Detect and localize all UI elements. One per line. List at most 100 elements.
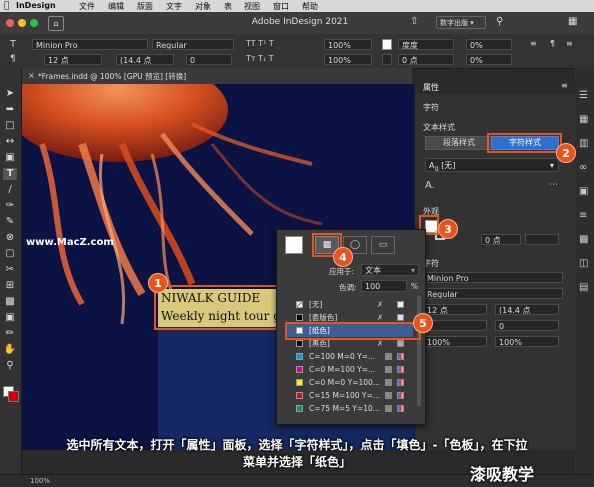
font-family-field[interactable]: Minion Pro (32, 39, 148, 50)
more-options-icon[interactable]: ⋯ (549, 180, 558, 190)
leading-field[interactable]: (14.4 点 (116, 54, 174, 65)
vertical-scale-field[interactable]: 100% (324, 39, 372, 50)
free-transform-tool-icon[interactable]: ⊞ (3, 280, 17, 292)
pen-tool-icon[interactable]: ✑ (3, 200, 17, 212)
pencil-tool-icon[interactable]: ✎ (3, 216, 17, 228)
props-leading-field[interactable]: (14.4 点 (495, 304, 559, 315)
degree-field[interactable]: 度度 (398, 39, 454, 50)
character-mode-icon[interactable]: Т (10, 39, 16, 50)
baseline-field[interactable]: 0 点 (398, 54, 454, 65)
gradient-dock-icon[interactable]: ◫ (579, 258, 588, 269)
props-scale-h-field[interactable]: 100% (423, 336, 487, 347)
menu-object[interactable]: 对象 (195, 1, 211, 12)
style-select[interactable]: Ag [无] ▾ (425, 158, 559, 172)
type-tool-icon[interactable]: T (3, 168, 17, 180)
menu-help[interactable]: 帮助 (302, 1, 318, 12)
paragraph-icon[interactable]: ¶ (550, 39, 555, 48)
menu-window[interactable]: 窗口 (273, 1, 289, 12)
scissors-tool-icon[interactable]: ✂ (3, 264, 17, 276)
zoom-level[interactable]: 100% (30, 477, 50, 485)
home-icon[interactable]: ⌂ (48, 16, 64, 31)
horizontal-scale-field[interactable]: 100% (324, 54, 372, 65)
panel-menu-icon[interactable]: ≡ (561, 81, 568, 90)
close-tab-icon[interactable]: × (28, 71, 35, 80)
props-leading-value: (14.4 点 (499, 306, 531, 315)
workspace-switcher[interactable]: 数字出版 ▾ (436, 16, 486, 29)
process-icon (385, 353, 392, 360)
tint-field[interactable]: 100 (361, 280, 407, 292)
stroke-dock-icon[interactable]: ≡ (579, 210, 587, 221)
gap-tool-icon[interactable]: ↔ (3, 136, 17, 148)
properties-dock-icon[interactable]: ☰ (579, 90, 588, 101)
note-tool-icon[interactable]: ▣ (3, 312, 17, 324)
swatch-row-yellow[interactable]: C=0 M=0 Y=100... (287, 376, 413, 389)
swatch-row-cyan[interactable]: C=100 M=0 Y=... (287, 350, 413, 363)
gradient-tool-icon[interactable]: ▩ (3, 296, 17, 308)
frame-tool-icon[interactable]: ⊗ (3, 232, 17, 244)
font-size-field[interactable]: 12 点 (44, 54, 102, 65)
links-dock-icon[interactable]: ∞ (579, 162, 587, 173)
props-size-field[interactable]: 12 点 (423, 304, 487, 315)
line-tool-icon[interactable]: / (3, 184, 17, 196)
corner-watermark: 漆吸教学 (470, 465, 535, 484)
stroke-color-swatch[interactable] (382, 54, 392, 65)
paragraph-style-button[interactable]: 段落样式 (425, 136, 493, 150)
props-font-family[interactable]: Minion Pro (423, 272, 563, 283)
props-tracking-field[interactable]: 0 (495, 320, 559, 331)
menu-icon[interactable]: ≡ (566, 39, 573, 48)
align-icon[interactable]: ≡ (530, 39, 537, 48)
menu-file[interactable]: 文件 (79, 1, 95, 12)
tint-b-field[interactable]: 0% (466, 54, 512, 65)
paragraph-mode-icon[interactable]: ¶ (10, 54, 16, 64)
props-scale-v-field[interactable]: 100% (495, 336, 559, 347)
swatch-row-red[interactable]: C=15 M=100 Y=... (287, 389, 413, 402)
properties-tab[interactable]: 属性 (423, 82, 439, 93)
stroke-type-field[interactable] (525, 234, 559, 245)
share-icon[interactable]: ⇧ (410, 16, 418, 27)
menu-app-name[interactable]: InDesign (16, 1, 56, 10)
font-style-field[interactable]: Regular (152, 39, 234, 50)
search-icon[interactable]: ⚲ (496, 16, 503, 27)
apple-icon[interactable]:  (4, 1, 9, 11)
menu-edit[interactable]: 编辑 (108, 1, 124, 12)
kerning-field[interactable]: 0 (186, 54, 232, 65)
direct-selection-tool-icon[interactable]: ➥ (3, 104, 17, 116)
stroke-weight-field[interactable]: 0 点 (481, 234, 521, 245)
all-caps-icon[interactable]: TT T¹ T (246, 39, 274, 48)
menu-type[interactable]: 文字 (166, 1, 182, 12)
selection-tool-icon[interactable]: ➤ (3, 88, 17, 100)
hand-tool-icon[interactable]: ✋ (3, 344, 17, 356)
menu-view[interactable]: 视图 (244, 1, 260, 12)
gradient-view-icon[interactable]: ▭ (371, 236, 395, 254)
swatch-row-none[interactable]: [无] ✗ (287, 298, 413, 311)
zoom-window-button[interactable] (30, 19, 38, 27)
text-wrap-dock-icon[interactable]: ▤ (579, 282, 588, 293)
yellow-swatch-chip (296, 379, 303, 386)
eyedropper-tool-icon[interactable]: ✏ (3, 328, 17, 340)
document-tab[interactable]: *Frames.indd @ 100% [GPU 预览] [转换] (38, 71, 186, 82)
fill-color-swatch[interactable] (382, 39, 392, 50)
layers-dock-icon[interactable]: ▣ (579, 186, 588, 197)
adobe-stock-icon[interactable]: ▦ (568, 16, 577, 27)
page-tool-icon[interactable]: □ (3, 120, 17, 132)
menu-layout[interactable]: 版面 (137, 1, 153, 12)
swatch-row-green[interactable]: C=75 M=5 Y=10... (287, 402, 413, 415)
stroke-swatch[interactable] (8, 391, 19, 402)
small-caps-icon[interactable]: Tт T₁ T (246, 54, 274, 63)
callout-1-highlight (154, 285, 278, 330)
content-collector-icon[interactable]: ▣ (3, 152, 17, 164)
apply-to-select[interactable]: 文本 ▾ (361, 264, 419, 276)
section-character-title: 字符 (423, 103, 439, 112)
tint-a-field[interactable]: 0% (466, 39, 512, 50)
close-window-button[interactable] (6, 19, 14, 27)
clear-overrides-icon[interactable]: A. (425, 180, 435, 191)
cc-libraries-dock-icon[interactable]: ▥ (579, 138, 588, 149)
props-font-style[interactable]: Regular (423, 288, 563, 299)
zoom-tool-icon[interactable]: ⚲ (3, 360, 17, 372)
menu-table[interactable]: 表 (224, 1, 232, 12)
pages-dock-icon[interactable]: ▦ (579, 114, 588, 125)
minimize-window-button[interactable] (18, 19, 26, 27)
rectangle-tool-icon[interactable]: ▢ (3, 248, 17, 260)
swatches-dock-icon[interactable]: ▩ (579, 234, 588, 245)
swatch-row-magenta[interactable]: C=0 M=100 Y=... (287, 363, 413, 376)
